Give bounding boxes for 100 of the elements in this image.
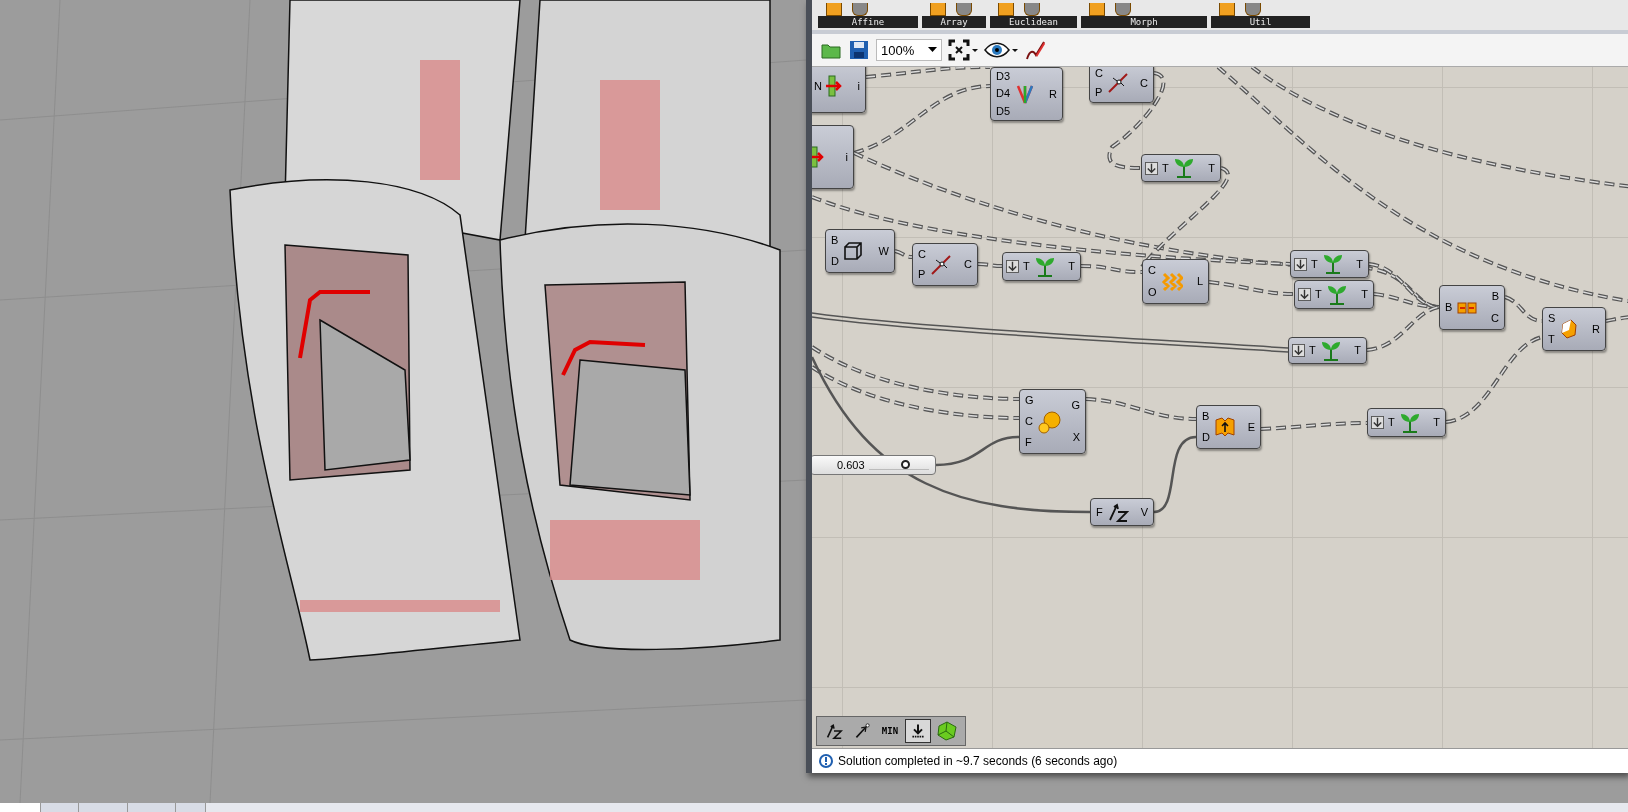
down-arrow-icon[interactable]: [1294, 257, 1307, 271]
component-node[interactable]: T T: [1002, 252, 1081, 281]
sprout-icon: [1033, 256, 1056, 277]
component-node[interactable]: B D W: [825, 229, 895, 273]
slider-knob[interactable]: [900, 460, 910, 469]
component-icon[interactable]: [998, 3, 1014, 16]
component-node[interactable]: T T: [1294, 280, 1374, 309]
input-port-label[interactable]: B: [829, 234, 841, 247]
input-port-label[interactable]: G: [1023, 394, 1036, 407]
caret-icon[interactable]: [928, 47, 937, 53]
output-port-label[interactable]: T: [1354, 257, 1365, 271]
output-port-label[interactable]: R: [1590, 322, 1602, 336]
ribbon-group-label[interactable]: Morph: [1081, 16, 1207, 28]
input-port-label[interactable]: B: [1443, 301, 1455, 314]
input-port-label[interactable]: D3: [994, 70, 1013, 84]
output-port-label[interactable]: E: [1245, 420, 1257, 434]
output-port-label[interactable]: W: [876, 244, 891, 258]
component-icon[interactable]: [956, 3, 972, 16]
ribbon-group-label[interactable]: Affine: [818, 16, 918, 28]
output-port-label[interactable]: i: [843, 150, 850, 164]
input-port-label[interactable]: P: [1093, 86, 1105, 99]
ribbon-group-label[interactable]: Util: [1211, 16, 1310, 28]
down-arrow-icon[interactable]: [1292, 344, 1305, 357]
component-node[interactable]: T T: [1290, 250, 1369, 278]
viewport-tab[interactable]: [0, 803, 41, 812]
component-node[interactable]: F V: [1090, 498, 1154, 526]
component-node[interactable]: D3 D4 D5 R: [990, 67, 1063, 121]
component-node[interactable]: B B C: [1439, 285, 1505, 330]
output-port-label[interactable]: C: [1138, 76, 1150, 90]
input-port-label[interactable]: O: [1146, 285, 1159, 299]
output-port-label[interactable]: i: [855, 79, 862, 93]
component-icon[interactable]: [930, 3, 946, 16]
component-node[interactable]: T T: [1288, 337, 1367, 364]
output-port-label[interactable]: T: [1066, 260, 1077, 273]
save-icon[interactable]: [848, 39, 870, 61]
output-port-label[interactable]: B: [1489, 290, 1501, 304]
input-port-label[interactable]: T: [1309, 257, 1320, 271]
output-port-label[interactable]: T: [1206, 161, 1217, 175]
component-node[interactable]: N i: [812, 67, 866, 113]
component-node[interactable]: C P C: [1089, 67, 1154, 103]
info-icon: [818, 753, 834, 769]
component-node[interactable]: C O L: [1142, 259, 1209, 304]
component-node[interactable]: G C F G X: [1019, 389, 1086, 454]
arrow-icon: [812, 146, 824, 168]
output-port-label[interactable]: C: [962, 258, 974, 271]
component-icon[interactable]: [1245, 3, 1261, 16]
input-port-label[interactable]: T: [1021, 260, 1032, 273]
input-port-label[interactable]: P: [916, 268, 928, 282]
input-port-label[interactable]: C: [1023, 415, 1035, 428]
minimize-button[interactable]: MIN: [877, 719, 903, 743]
zoom-dropdown[interactable]: 100%: [876, 39, 942, 61]
component-node[interactable]: i: [812, 125, 854, 189]
output-port-label[interactable]: C: [1489, 311, 1501, 325]
component-icon[interactable]: [1219, 3, 1235, 16]
ribbon-group-label[interactable]: Array: [922, 16, 986, 28]
input-port-label[interactable]: T: [1307, 344, 1318, 357]
down-arrow-icon[interactable]: [1006, 260, 1019, 273]
output-port-label[interactable]: V: [1138, 505, 1150, 519]
output-port-label[interactable]: T: [1352, 344, 1363, 357]
output-port-label[interactable]: L: [1194, 275, 1205, 288]
output-port-label[interactable]: T: [1359, 288, 1370, 301]
component-node[interactable]: T T: [1367, 408, 1446, 437]
input-port-label[interactable]: F: [1023, 436, 1034, 449]
output-port-label[interactable]: T: [1431, 416, 1442, 429]
input-port-label[interactable]: S: [1546, 312, 1558, 325]
input-port-label[interactable]: N: [812, 79, 824, 93]
input-port-label[interactable]: D4: [994, 87, 1013, 101]
sprout-icon: [1172, 158, 1195, 178]
output-port-label[interactable]: G: [1069, 399, 1082, 413]
arrow-icon: [825, 75, 842, 97]
component-node[interactable]: C P C: [912, 243, 978, 286]
input-port-label[interactable]: D: [1200, 431, 1212, 444]
zoom-extents-icon[interactable]: [948, 39, 978, 61]
down-arrow-icon[interactable]: [1298, 288, 1311, 301]
pen-icon[interactable]: [1024, 39, 1046, 61]
output-port-label[interactable]: X: [1070, 430, 1082, 444]
ribbon-group-label[interactable]: Euclidean: [990, 16, 1077, 28]
number-slider[interactable]: 0.603: [812, 455, 936, 475]
component-icon[interactable]: [852, 3, 868, 16]
component-icon[interactable]: [1089, 3, 1105, 16]
component-icon[interactable]: [1024, 3, 1040, 16]
input-port-label[interactable]: D5: [994, 104, 1013, 118]
component-icon[interactable]: [1115, 3, 1131, 16]
input-port-label[interactable]: T: [1386, 416, 1397, 429]
down-arrow-icon[interactable]: [1145, 161, 1158, 175]
input-port-label[interactable]: C: [916, 247, 928, 261]
component-node[interactable]: T T: [1141, 154, 1221, 182]
input-port-label[interactable]: D: [829, 255, 841, 268]
component-icon[interactable]: [826, 3, 842, 16]
output-port-label[interactable]: R: [1047, 87, 1059, 101]
component-node[interactable]: B D E: [1196, 405, 1261, 449]
input-port-label[interactable]: F: [1094, 505, 1105, 519]
input-port-label[interactable]: B: [1200, 410, 1212, 423]
down-arrow-icon[interactable]: [1371, 416, 1384, 429]
component-node[interactable]: S T R: [1542, 307, 1606, 351]
input-port-label[interactable]: C: [1146, 264, 1158, 278]
input-port-label[interactable]: T: [1546, 333, 1557, 346]
input-port-label[interactable]: C: [1093, 67, 1105, 80]
input-port-label[interactable]: T: [1160, 161, 1171, 175]
input-port-label[interactable]: T: [1313, 288, 1324, 301]
